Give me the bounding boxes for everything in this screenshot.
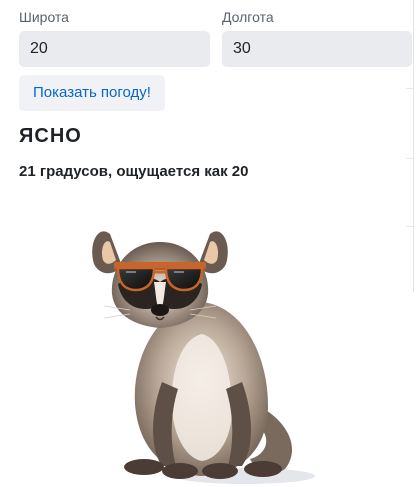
longitude-input[interactable] bbox=[222, 31, 412, 67]
latitude-input[interactable] bbox=[19, 31, 210, 67]
weather-condition: ЯСНО bbox=[19, 125, 82, 147]
raccoon-sunglasses-icon bbox=[92, 231, 315, 484]
latitude-label: Широта bbox=[19, 9, 69, 25]
edge-tick bbox=[406, 226, 414, 227]
page-edge-divider bbox=[413, 0, 414, 292]
show-weather-button[interactable]: Показать погоду! bbox=[19, 75, 165, 111]
temperature-text: 21 градусов, ощущается как 20 bbox=[19, 163, 249, 180]
longitude-label: Долгота bbox=[222, 9, 274, 25]
edge-tick bbox=[406, 158, 414, 159]
edge-tick bbox=[406, 88, 414, 89]
